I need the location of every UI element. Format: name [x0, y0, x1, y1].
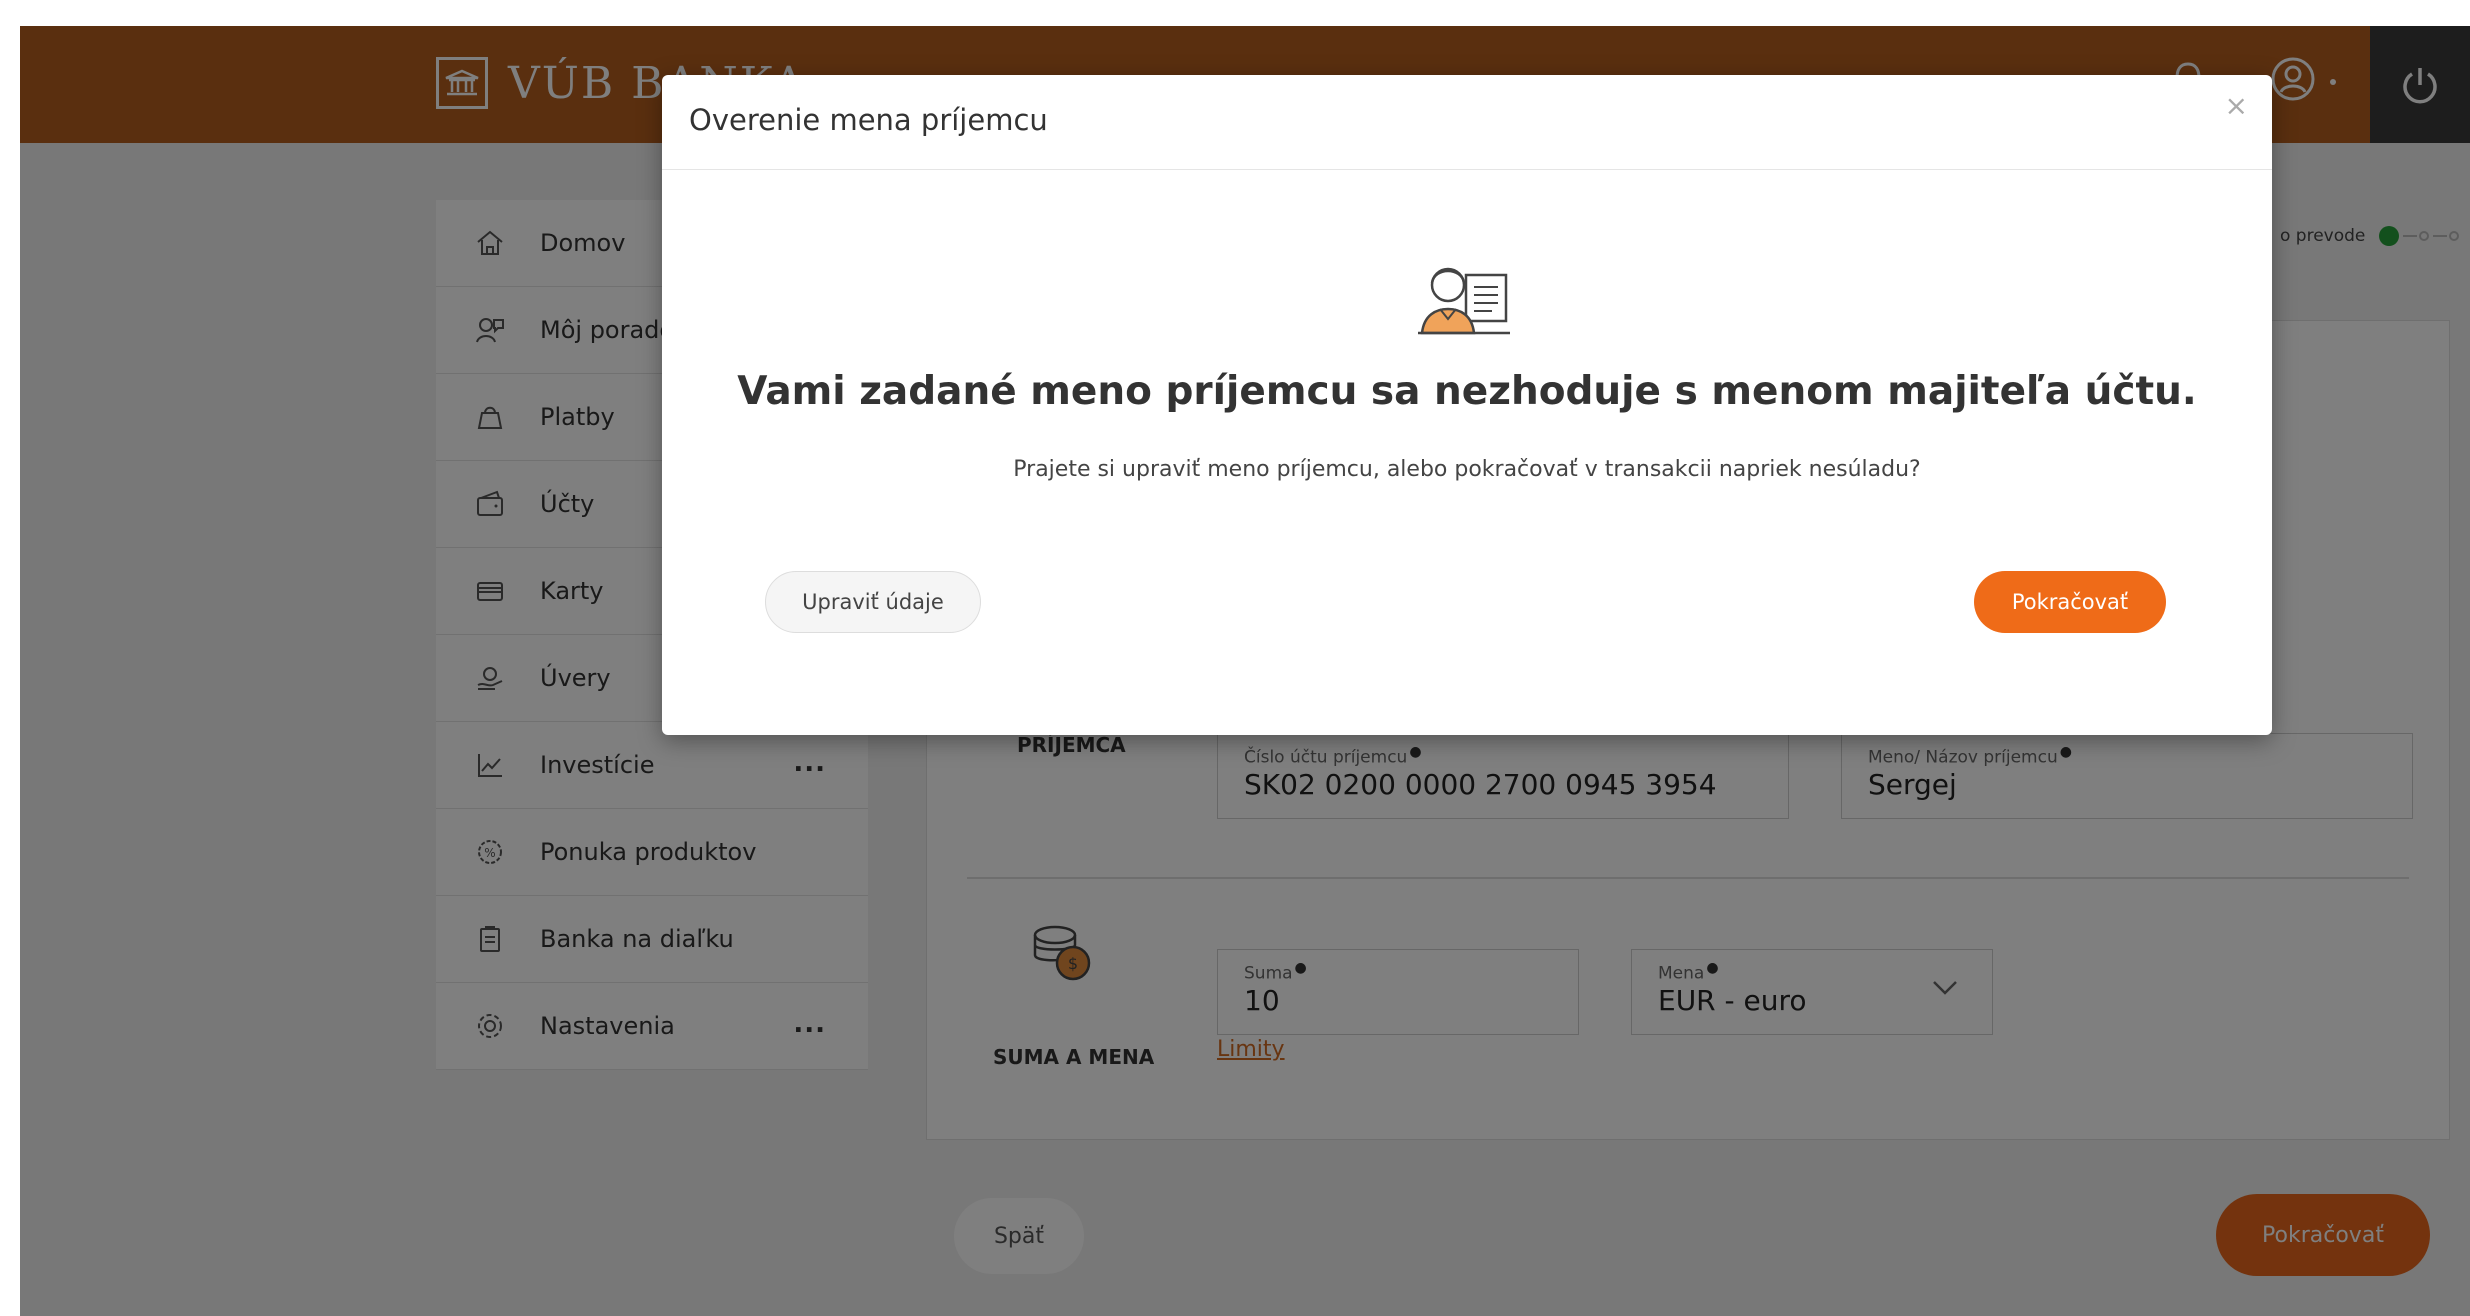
modal-continue-button[interactable]: Pokračovať: [1974, 571, 2166, 633]
modal-header: Overenie mena príjemcu ×: [662, 75, 2272, 170]
recipient-name-verification-dialog: Overenie mena príjemcu × Vami zadané men…: [662, 75, 2272, 735]
modal-heading: Vami zadané meno príjemcu sa nezhoduje s…: [737, 369, 2197, 414]
modal-subtext: Prajete si upraviť meno príjemcu, alebo …: [1013, 457, 1921, 482]
close-icon[interactable]: ×: [2225, 89, 2248, 122]
banking-app: VÚB BANKA Domov Môj poradca Platby Účty: [20, 26, 2470, 1316]
person-document-icon: [1414, 253, 1514, 341]
edit-details-button[interactable]: Upraviť údaje: [765, 571, 981, 633]
modal-title: Overenie mena príjemcu: [689, 103, 1048, 137]
